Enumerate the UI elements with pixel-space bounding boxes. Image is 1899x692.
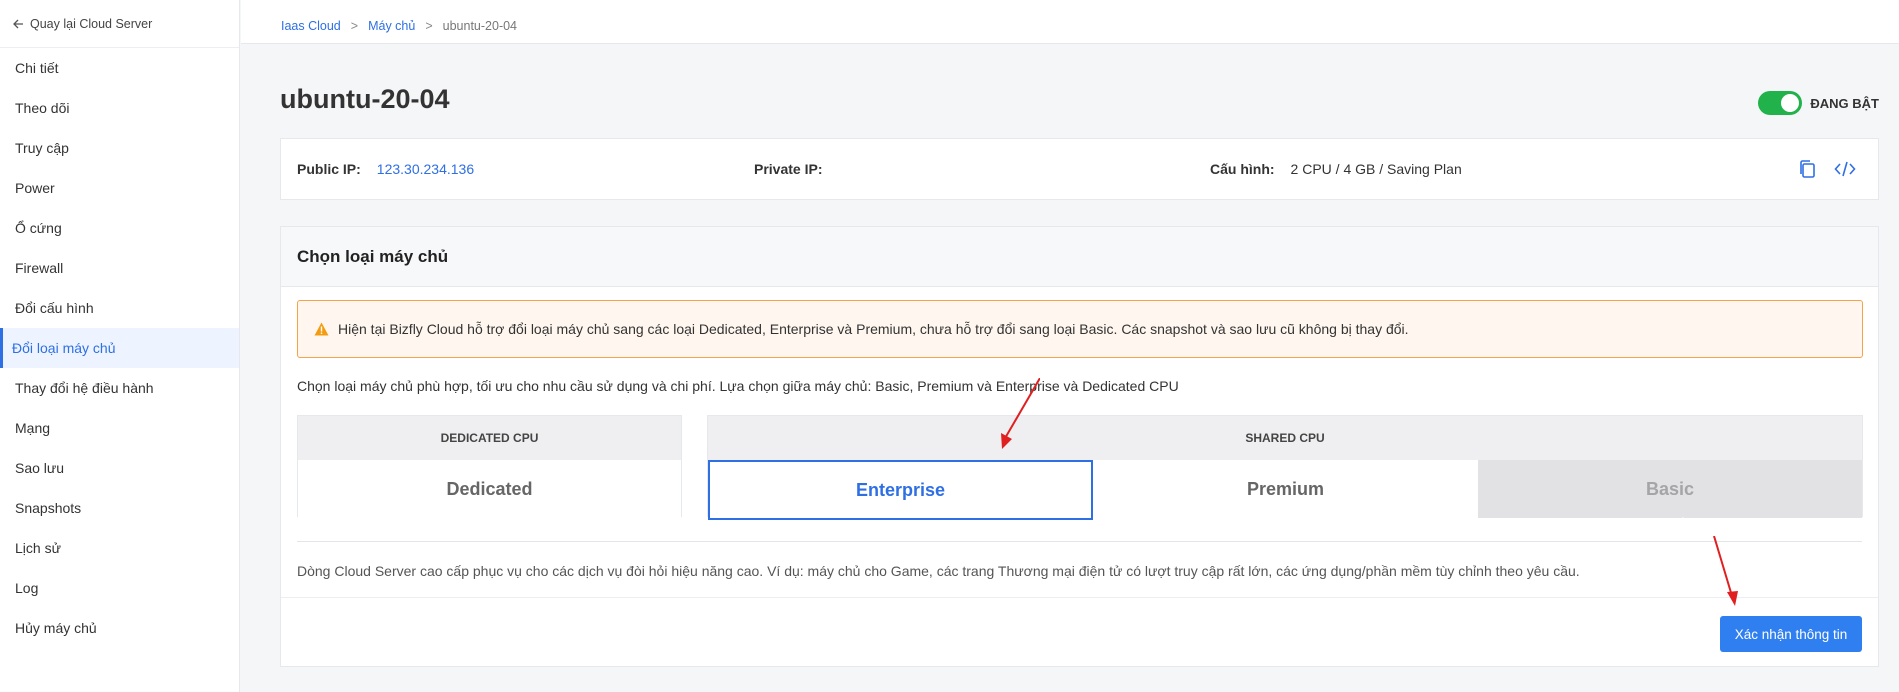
sidebar-item-huy-may-chu[interactable]: Hủy máy chủ bbox=[0, 608, 239, 648]
breadcrumb-current: ubuntu-20-04 bbox=[442, 18, 518, 33]
tooltip-pointer bbox=[1672, 517, 1694, 529]
config-value: 2 CPU / 4 GB / Saving Plan bbox=[1290, 161, 1462, 177]
config-group: Cấu hình: 2 CPU / 4 GB / Saving Plan bbox=[1210, 161, 1462, 177]
sidebar-item-o-cung[interactable]: Ổ cứng bbox=[0, 208, 239, 248]
code-icon[interactable] bbox=[1834, 159, 1856, 179]
private-ip-group: Private IP: bbox=[754, 161, 838, 177]
breadcrumb-separator: > bbox=[350, 18, 359, 33]
back-to-cloud-server-link[interactable]: Quay lại Cloud Server bbox=[0, 0, 239, 48]
sidebar-item-theo-doi[interactable]: Theo dõi bbox=[0, 88, 239, 128]
public-ip-value[interactable]: 123.30.234.136 bbox=[377, 161, 474, 177]
sidebar: Quay lại Cloud Server Chi tiết Theo dõi … bbox=[0, 0, 240, 692]
status-label: ĐANG BẬT bbox=[1810, 95, 1879, 111]
breadcrumb-may-chu[interactable]: Máy chủ bbox=[368, 19, 415, 33]
sidebar-item-sao-luu[interactable]: Sao lưu bbox=[0, 448, 239, 488]
sidebar-item-thay-doi-he-dieu-hanh[interactable]: Thay đổi hệ điều hành bbox=[0, 368, 239, 408]
footer-divider bbox=[281, 597, 1878, 598]
alert-text: Hiện tại Bizfly Cloud hỗ trợ đổi loại má… bbox=[338, 321, 1409, 337]
option-dedicated[interactable]: Dedicated bbox=[298, 460, 681, 518]
power-toggle[interactable] bbox=[1758, 91, 1803, 115]
option-premium[interactable]: Premium bbox=[1093, 460, 1478, 518]
confirm-button[interactable]: Xác nhận thông tin bbox=[1720, 616, 1862, 652]
sidebar-item-power[interactable]: Power bbox=[0, 168, 239, 208]
option-enterprise[interactable]: Enterprise bbox=[708, 460, 1093, 520]
public-ip-group: Public IP: 123.30.234.136 bbox=[297, 161, 474, 177]
private-ip-label: Private IP: bbox=[754, 161, 823, 177]
back-label: Quay lại Cloud Server bbox=[30, 16, 153, 31]
info-actions bbox=[1798, 159, 1856, 179]
public-ip-label: Public IP: bbox=[297, 161, 361, 177]
breadcrumb: Iaas Cloud > Máy chủ > ubuntu-20-04 bbox=[241, 0, 1899, 44]
config-label: Cấu hình: bbox=[1210, 161, 1275, 177]
sidebar-item-chi-tiet[interactable]: Chi tiết bbox=[0, 48, 239, 88]
sidebar-item-snapshots[interactable]: Snapshots bbox=[0, 488, 239, 528]
power-status: ĐANG BẬT bbox=[1758, 91, 1879, 115]
copy-icon[interactable] bbox=[1798, 159, 1816, 179]
server-type-card: Chọn loại máy chủ Hiện tại Bizfly Cloud … bbox=[280, 226, 1879, 667]
breadcrumb-iaas-cloud[interactable]: Iaas Cloud bbox=[281, 19, 341, 33]
page-title: ubuntu-20-04 bbox=[280, 84, 450, 114]
dedicated-cpu-header: DEDICATED CPU bbox=[298, 416, 681, 460]
option-note: Dòng Cloud Server cao cấp phục vụ cho cá… bbox=[297, 563, 1580, 579]
dedicated-cpu-group: DEDICATED CPU Dedicated bbox=[297, 415, 682, 518]
sidebar-item-lich-su[interactable]: Lịch sử bbox=[0, 528, 239, 568]
sidebar-item-truy-cap[interactable]: Truy cập bbox=[0, 128, 239, 168]
selection-description: Chọn loại máy chủ phù hợp, tối ưu cho nh… bbox=[297, 378, 1179, 394]
option-basic: Basic bbox=[1478, 460, 1862, 518]
warning-icon bbox=[314, 322, 329, 336]
shared-cpu-header: SHARED CPU bbox=[708, 416, 1862, 460]
warning-alert: Hiện tại Bizfly Cloud hỗ trợ đổi loại má… bbox=[297, 300, 1863, 358]
breadcrumb-separator: > bbox=[425, 18, 433, 33]
sidebar-item-doi-loai-may-chu[interactable]: Đổi loại máy chủ bbox=[0, 328, 239, 368]
sidebar-item-log[interactable]: Log bbox=[0, 568, 239, 608]
shared-cpu-group: SHARED CPU Enterprise Premium Basic bbox=[707, 415, 1863, 520]
card-title: Chọn loại máy chủ bbox=[281, 227, 1878, 287]
divider bbox=[297, 541, 1862, 542]
sidebar-item-firewall[interactable]: Firewall bbox=[0, 248, 239, 288]
sidebar-item-doi-cau-hinh[interactable]: Đổi cấu hình bbox=[0, 288, 239, 328]
arrow-left-icon bbox=[13, 19, 23, 28]
sidebar-item-mang[interactable]: Mạng bbox=[0, 408, 239, 448]
server-info-bar: Public IP: 123.30.234.136 Private IP: Cấ… bbox=[280, 138, 1879, 200]
